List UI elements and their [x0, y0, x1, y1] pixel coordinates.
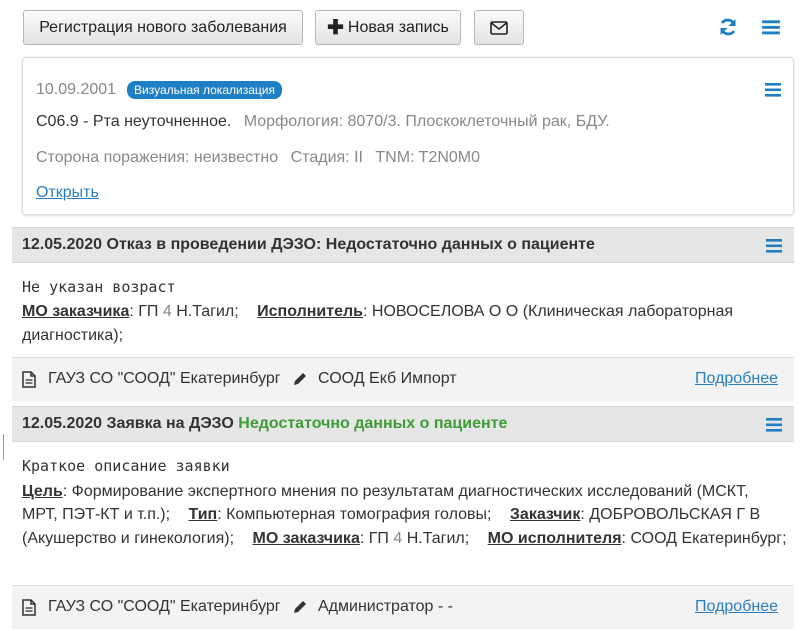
plus-icon: ✚	[327, 16, 344, 39]
envelope-icon	[490, 20, 508, 35]
event-footer: ГАУЗ СО "СООД" Екатеринбург СООД Екб Имп…	[12, 357, 794, 401]
mo-customer-value: : ГП	[129, 303, 163, 320]
stage-value: II	[354, 149, 363, 166]
morphology-description: Плоскоклеточный рак, БДУ.	[405, 113, 610, 130]
new-record-label: Новая запись	[347, 18, 449, 36]
event-header: 12.05.2020 Отказ в проведении ДЭЗО: Недо…	[12, 227, 794, 263]
details-link[interactable]: Подробнее	[695, 598, 778, 616]
event-note: Не указан возраст	[22, 278, 176, 296]
event-details-line: МО заказчика: ГП 4 Н.Тагил; Исполнитель:…	[22, 303, 733, 321]
details-link[interactable]: Подробнее	[695, 370, 778, 388]
mo-customer-value: : ГП	[359, 530, 394, 547]
tnm-value: T2N0M0	[418, 149, 481, 166]
request-summary-title: Краткое описание заявки	[22, 457, 230, 475]
executor-value-continued: диагностика);	[22, 327, 124, 344]
request-mo-line: (Акушерство и гинекология); МО заказчика…	[22, 530, 787, 548]
goal-value-continued: МРТ, ПЭТ-КТ и т.п.);	[22, 506, 171, 523]
pencil-icon	[294, 601, 306, 613]
footer-author: СООД Екб Импорт	[318, 370, 457, 387]
open-link[interactable]: Открыть	[36, 184, 99, 202]
mo-customer-city: Н.Тагил;	[171, 303, 239, 320]
diagnosis-date: 10.09.2001	[36, 81, 117, 98]
mo-customer-number: 4	[393, 530, 403, 547]
mo-customer-city: Н.Тагил;	[402, 530, 470, 547]
footer-author: Администратор - -	[318, 598, 453, 615]
request-type-line: МРТ, ПЭТ-КТ и т.п.); Тип: Компьютерная т…	[22, 506, 760, 524]
side-label: Сторона поражения:	[36, 149, 190, 166]
diagnosis-code: C06.9 - Рта неуточненное.	[36, 113, 232, 130]
event-header: 12.05.2020 Заявка на ДЭЗО Недостаточно д…	[12, 406, 794, 442]
footer-organization: ГАУЗ СО "СООД" Екатеринбург	[48, 598, 281, 615]
event-title: 12.05.2020 Отказ в проведении ДЭЗО: Недо…	[22, 236, 595, 253]
customer-value-continued: (Акушерство и гинекология);	[22, 530, 235, 547]
localization-badge: Визуальная локализация	[127, 81, 282, 99]
document-icon	[22, 371, 36, 388]
event-menu-icon[interactable]	[766, 239, 782, 253]
scrollbar-mark[interactable]	[3, 434, 4, 460]
request-goal-line: Цель: Формирование экспертного мнения по…	[22, 483, 749, 501]
event-footer: ГАУЗ СО "СООД" Екатеринбург Администрато…	[12, 585, 794, 629]
customer-label: Заказчик	[509, 506, 581, 523]
side-value: неизвестно	[193, 149, 279, 166]
diagnosis-line: C06.9 - Рта неуточненное. Морфология: 80…	[36, 113, 610, 131]
document-icon	[22, 599, 36, 616]
event-body: Не указан возраст МО заказчика: ГП 4 Н.Т…	[12, 264, 794, 358]
mo-customer-number: 4	[162, 303, 172, 320]
event-title: 12.05.2020 Заявка на ДЭЗО Недостаточно д…	[22, 415, 507, 433]
type-label: Тип	[188, 506, 218, 523]
mo-executor-value: : СООД Екатеринбург;	[621, 530, 787, 547]
customer-value: : ДОБРОВОЛЬСКАЯ Г В	[580, 506, 761, 523]
pencil-icon	[294, 373, 306, 385]
mo-customer-label: МО заказчика	[252, 530, 360, 547]
type-value: : Компьютерная томография головы;	[217, 506, 492, 523]
footer-organization: ГАУЗ СО "СООД" Екатеринбург	[48, 370, 281, 387]
message-button[interactable]	[474, 10, 524, 45]
register-disease-button[interactable]: Регистрация нового заболевания	[23, 10, 303, 45]
morphology-code: 8070/3.	[347, 113, 401, 130]
diagnosis-card: 10.09.2001 Визуальная локализация C06.9 …	[22, 57, 794, 215]
mo-executor-label: МО исполнителя	[487, 530, 622, 547]
mo-customer-label: МО заказчика	[22, 303, 130, 320]
tnm-label: TNM:	[375, 149, 415, 166]
refresh-icon[interactable]	[718, 17, 738, 37]
executor-label: Исполнитель	[257, 303, 363, 320]
goal-label: Цель	[22, 483, 63, 500]
diagnosis-details-line: Сторона поражения: неизвестно Стадия: II…	[36, 149, 480, 167]
event-status: Недостаточно данных о пациенте	[238, 415, 508, 432]
morphology-label: Морфология:	[243, 113, 344, 130]
event-title-main: 12.05.2020 Заявка на ДЭЗО	[22, 415, 234, 432]
card-menu-icon[interactable]	[765, 83, 781, 97]
toolbar: Регистрация нового заболевания ✚ Новая з…	[0, 0, 800, 55]
goal-value: : Формирование экспертного мнения по рез…	[62, 483, 749, 500]
event-menu-icon[interactable]	[766, 418, 782, 432]
executor-value: : НОВОСЕЛОВА О О (Клиническая лабораторн…	[363, 303, 734, 320]
new-record-button[interactable]: ✚ Новая запись	[315, 10, 461, 45]
menu-icon[interactable]	[761, 17, 781, 37]
stage-label: Стадия:	[290, 149, 350, 166]
event-body: Краткое описание заявки Цель: Формирован…	[12, 443, 794, 585]
